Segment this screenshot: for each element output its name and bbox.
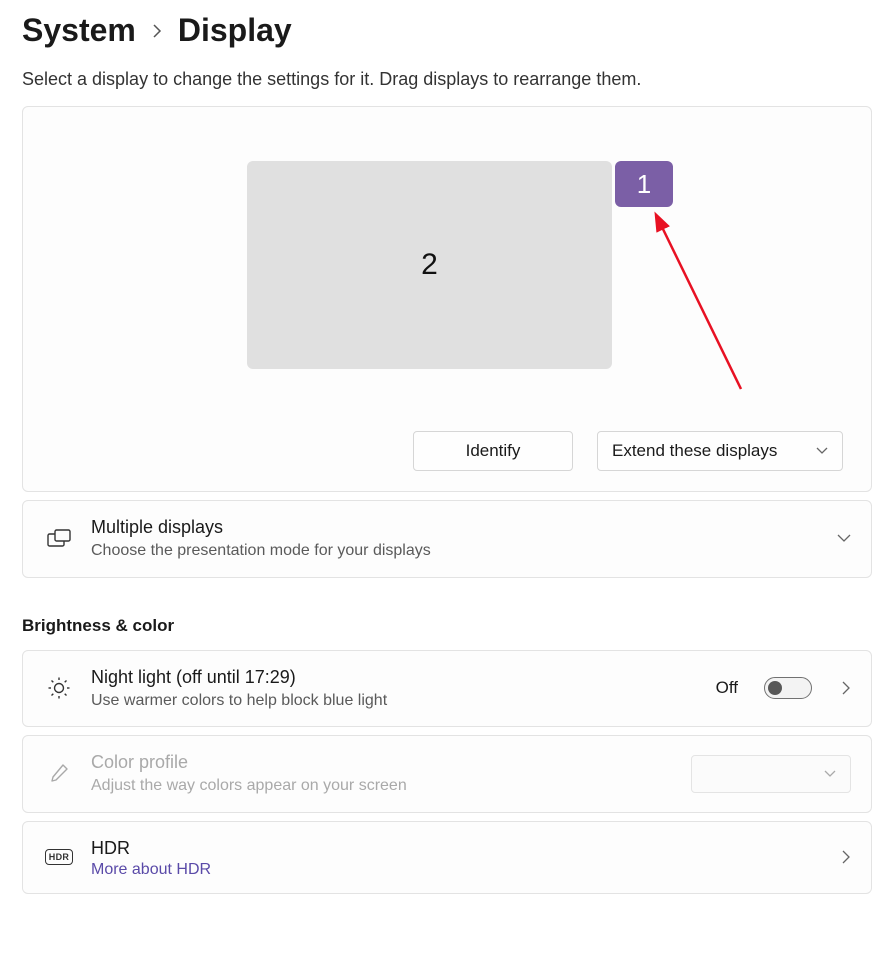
night-light-title: Night light (off until 17:29): [91, 665, 698, 690]
chevron-down-icon: [816, 447, 828, 455]
hdr-more-link[interactable]: More about HDR: [91, 861, 812, 879]
multiple-displays-row[interactable]: Multiple displays Choose the presentatio…: [22, 500, 872, 578]
display-canvas: 2 1: [37, 121, 857, 411]
chevron-right-icon: [842, 850, 851, 864]
night-light-toggle[interactable]: [764, 677, 812, 699]
night-light-row[interactable]: Night light (off until 17:29) Use warmer…: [22, 650, 872, 728]
display-mode-dropdown[interactable]: Extend these displays: [597, 431, 843, 471]
breadcrumb-parent[interactable]: System: [22, 12, 136, 49]
display-arrangement-card: 2 1 Identify Extend these displays: [22, 106, 872, 492]
identify-button[interactable]: Identify: [413, 431, 573, 471]
breadcrumb: System Display: [22, 0, 872, 69]
color-profile-desc: Adjust the way colors appear on your scr…: [91, 775, 673, 797]
multiple-displays-desc: Choose the presentation mode for your di…: [91, 540, 807, 562]
display-mode-label: Extend these displays: [612, 441, 777, 461]
monitor-1[interactable]: 1: [615, 161, 673, 207]
night-light-desc: Use warmer colors to help block blue lig…: [91, 690, 698, 712]
breadcrumb-current: Display: [178, 12, 292, 49]
section-brightness-color: Brightness & color: [22, 616, 872, 636]
chevron-down-icon: [837, 534, 851, 543]
multiple-displays-title: Multiple displays: [91, 515, 807, 540]
chevron-right-icon: [152, 23, 162, 39]
color-profile-select: [691, 755, 851, 793]
page-subtitle: Select a display to change the settings …: [22, 69, 872, 90]
annotation-arrow-icon: [649, 209, 769, 399]
color-profile-icon: [45, 760, 73, 788]
chevron-down-icon: [824, 770, 836, 778]
chevron-right-icon: [842, 681, 851, 695]
night-light-icon: [45, 674, 73, 702]
night-light-status: Off: [716, 678, 738, 698]
hdr-row[interactable]: HDR HDR More about HDR: [22, 821, 872, 894]
monitor-2[interactable]: 2: [247, 161, 612, 369]
hdr-icon: HDR: [45, 843, 73, 871]
color-profile-title: Color profile: [91, 750, 673, 775]
color-profile-row: Color profile Adjust the way colors appe…: [22, 735, 872, 813]
hdr-title: HDR: [91, 836, 812, 861]
multiple-displays-icon: [45, 525, 73, 553]
